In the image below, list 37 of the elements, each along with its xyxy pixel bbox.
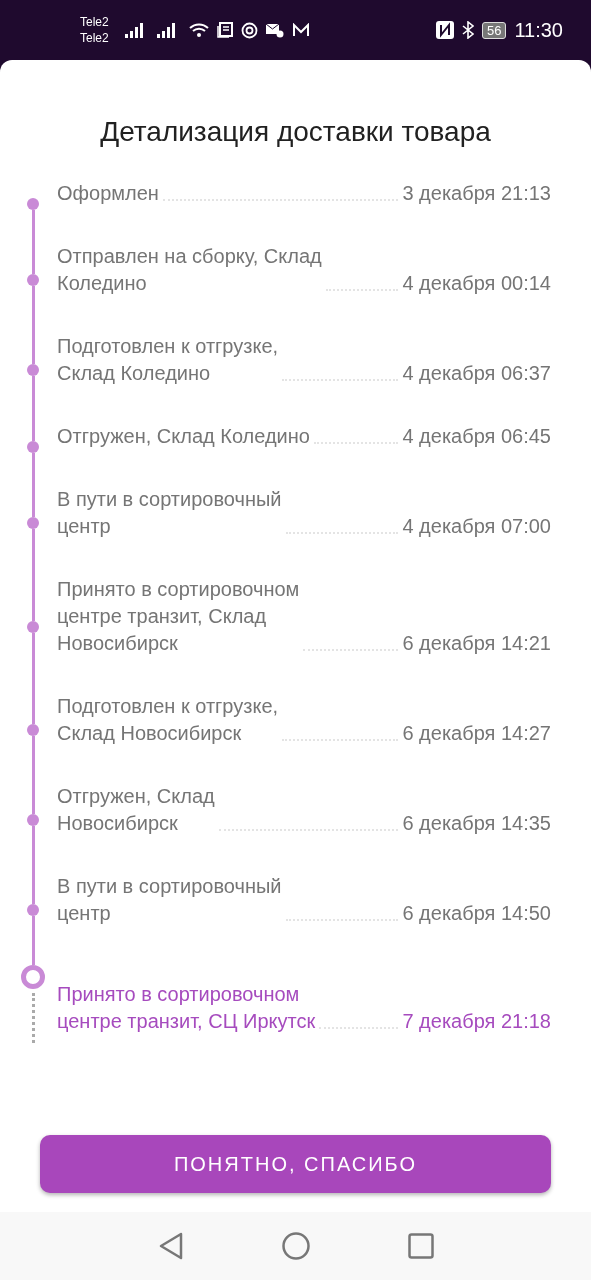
event-date: 6 декабря 14:21: [402, 631, 551, 656]
bluetooth-icon: [461, 21, 474, 39]
carrier-name: Tele2: [80, 30, 109, 46]
m-logo-icon: [291, 23, 310, 37]
news-icon: [216, 22, 233, 38]
event-date: 4 декабря 07:00: [402, 514, 551, 539]
event-date: 7 декабря 21:18: [402, 1009, 551, 1034]
battery-icon: 56: [481, 21, 507, 39]
home-icon[interactable]: [281, 1232, 310, 1260]
event-status: Принято в сортировочном центре транзит, Склад Новосибирск: [57, 577, 300, 656]
event-status: Подготовлен к отгрузке, Склад Коледино: [57, 334, 279, 386]
event-date: 3 декабря 21:13: [402, 181, 551, 206]
event-date: 6 декабря 14:35: [402, 811, 551, 836]
event-date: 6 декабря 14:50: [402, 901, 551, 926]
event-status: Оформлен: [57, 181, 159, 206]
recents-icon[interactable]: [407, 1233, 434, 1259]
event-status: В пути в сортировочный центр: [57, 487, 282, 539]
event-date: 4 декабря 00:14: [402, 271, 551, 296]
mail-settings-icon: [265, 22, 284, 38]
event-status: Отгружен, Склад Новосибирск: [57, 784, 215, 836]
event-date: 4 декабря 06:37: [402, 361, 551, 386]
event-status: Подготовлен к отгрузке, Склад Новосибирск: [57, 694, 279, 746]
signal-icon: [156, 22, 177, 38]
clock-time: 11:30: [514, 18, 563, 42]
signal-icon: [124, 22, 145, 38]
carrier-name: Tele2: [80, 14, 109, 30]
event-date: 6 декабря 14:27: [402, 721, 551, 746]
back-icon[interactable]: [157, 1232, 184, 1260]
nfc-icon: [435, 21, 454, 39]
event-status: В пути в сортировочный центр: [57, 874, 282, 926]
sheet-title: Детализация доставки товара: [99, 116, 492, 148]
event-status: Принято в сортировочном центре транзит, СЦ Иркутск: [57, 982, 316, 1034]
confirm-button[interactable]: ПОНЯТНО, СПАСИБО: [40, 1135, 551, 1193]
event-date: 4 декабря 06:45: [402, 424, 551, 449]
wifi-icon: [188, 22, 209, 38]
event-status: Отгружен, Склад Коледино: [57, 424, 310, 449]
event-status: Отправлен на сборку, Склад Коледино: [57, 244, 322, 296]
